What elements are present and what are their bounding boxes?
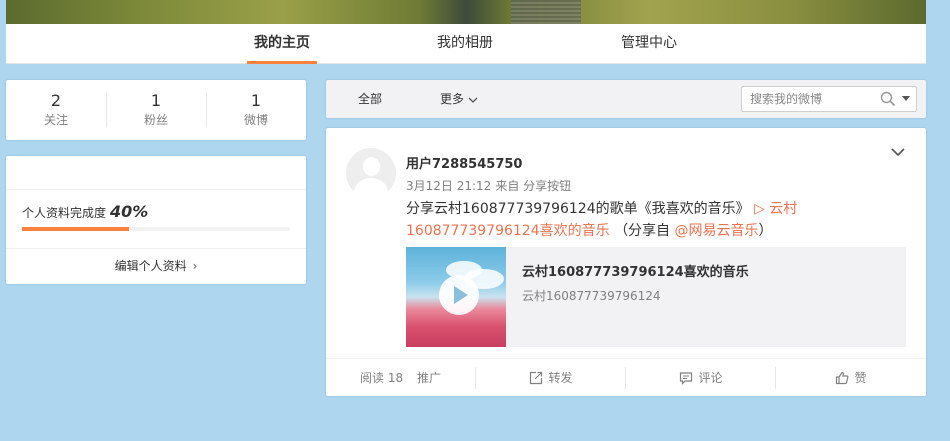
- search-input[interactable]: [750, 87, 880, 111]
- post-text-body: 分享云村160877739796124的歌单《我喜欢的音乐》: [406, 201, 755, 217]
- tab-management-center[interactable]: 管理中心: [614, 24, 684, 64]
- filter-more-dropdown[interactable]: 更多: [440, 80, 478, 118]
- share-from-prefix: （分享自: [614, 223, 675, 239]
- like-button[interactable]: 赞: [776, 359, 926, 397]
- music-card-title: 云村160877739796124喜欢的音乐: [522, 265, 749, 280]
- stat-following[interactable]: 2 关注: [6, 91, 106, 129]
- completeness-bar-fill: [22, 227, 130, 231]
- completeness-value: 40%: [110, 202, 149, 221]
- repost-button[interactable]: 转发: [476, 359, 626, 397]
- post-source: 来自 分享按钮: [495, 179, 572, 193]
- stat-followers-count: 1: [150, 91, 162, 110]
- stat-following-count: 2: [50, 91, 62, 110]
- music-card-subtitle: 云村160877739796124: [522, 289, 661, 303]
- post-actions-bar: 阅读 18 推广 转发 评论 赞: [326, 358, 926, 396]
- tab-my-home[interactable]: 我的主页: [247, 24, 317, 64]
- profile-nav: 我的主页 我的相册 管理中心: [6, 24, 926, 64]
- post-menu-chevron-icon[interactable]: [890, 146, 906, 158]
- completeness-row: 个人资料完成度 40%: [6, 190, 306, 248]
- stat-posts-count: 1: [250, 91, 262, 110]
- filter-all[interactable]: 全部: [358, 80, 382, 118]
- profile-card-header: [6, 156, 306, 190]
- stat-following-label: 关注: [43, 113, 68, 127]
- stat-posts-label: 微博: [243, 113, 268, 127]
- repost-label: 转发: [548, 371, 573, 385]
- stat-posts[interactable]: 1 微博: [206, 91, 306, 129]
- share-from-suffix: ）: [758, 223, 773, 239]
- post-meta: 3月12日 21:12 来自 分享按钮: [406, 177, 571, 194]
- comment-button[interactable]: 评论: [626, 359, 776, 397]
- search-box: [741, 86, 917, 112]
- search-scope-dropdown-icon[interactable]: [902, 96, 910, 101]
- share-source-link[interactable]: @网易云音乐: [675, 223, 759, 239]
- search-icon[interactable]: [880, 91, 896, 107]
- avatar[interactable]: [346, 148, 396, 198]
- completeness-bar: [22, 227, 290, 231]
- feed-toolbar: 全部 更多: [326, 80, 926, 118]
- repost-icon: [530, 371, 543, 385]
- edit-profile-link[interactable]: 编辑个人资料 ›: [6, 248, 306, 283]
- promote-button[interactable]: 推广: [417, 359, 441, 397]
- thumbs-up-icon: [836, 371, 849, 385]
- filter-more-label: 更多: [440, 92, 465, 106]
- tab-my-albums[interactable]: 我的相册: [430, 24, 500, 64]
- post-username[interactable]: 用户7288545750: [406, 153, 522, 172]
- read-count: 阅读 18: [360, 371, 404, 385]
- post-text: 分享云村160877739796124的歌单《我喜欢的音乐》 ▷ 云村16087…: [406, 198, 806, 242]
- comment-label: 评论: [698, 371, 723, 385]
- chevron-right-icon: ›: [192, 259, 198, 273]
- play-icon[interactable]: [439, 275, 479, 315]
- edit-profile-label: 编辑个人资料: [114, 259, 187, 273]
- stats-card: 2 关注 1 粉丝 1 微博: [6, 80, 306, 140]
- profile-completeness-card: 个人资料完成度 40% 编辑个人资料 ›: [6, 156, 306, 284]
- music-card[interactable]: 云村160877739796124喜欢的音乐 云村160877739796124: [406, 247, 906, 347]
- comment-icon: [680, 372, 693, 385]
- stat-followers[interactable]: 1 粉丝: [106, 91, 206, 129]
- cover-image: [6, 0, 926, 24]
- chevron-down-icon: [468, 97, 478, 103]
- post-date[interactable]: 3月12日 21:12: [406, 179, 491, 193]
- post-card: 用户7288545750 3月12日 21:12 来自 分享按钮 分享云村1608…: [326, 128, 926, 396]
- like-label: 赞: [854, 371, 867, 385]
- stat-followers-label: 粉丝: [143, 113, 168, 127]
- music-card-cover: [406, 247, 506, 347]
- completeness-label: 个人资料完成度: [22, 206, 107, 220]
